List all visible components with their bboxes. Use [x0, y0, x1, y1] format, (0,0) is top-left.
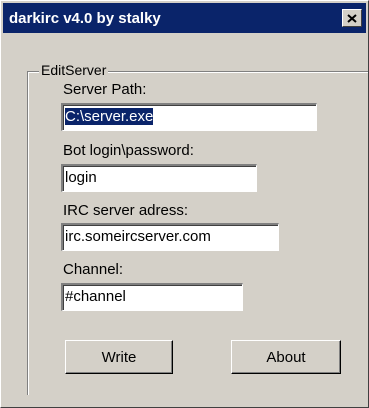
server-path-value: C:\server.exe	[65, 108, 154, 125]
group-label: EditServer	[39, 61, 109, 79]
app-window: darkirc v4.0 by stalky EditServer Server…	[0, 0, 369, 408]
irc-server-input[interactable]: irc.someircserver.com	[61, 223, 279, 251]
close-icon	[347, 13, 357, 23]
bot-login-label: Bot login\password:	[63, 142, 194, 159]
irc-server-label: IRC server adress:	[63, 202, 189, 219]
about-button-label: About	[266, 348, 306, 366]
bot-login-value: login	[65, 169, 97, 186]
irc-server-value: irc.someircserver.com	[65, 228, 211, 245]
write-button[interactable]: Write	[65, 340, 173, 374]
title-bar[interactable]: darkirc v4.0 by stalky	[3, 3, 366, 33]
channel-value: #channel	[65, 288, 126, 305]
channel-input[interactable]: #channel	[61, 283, 243, 311]
close-button[interactable]	[342, 9, 362, 27]
window-title: darkirc v4.0 by stalky	[9, 9, 161, 27]
about-button[interactable]: About	[231, 340, 341, 374]
server-path-input[interactable]: C:\server.exe	[61, 103, 317, 131]
channel-label: Channel:	[63, 261, 124, 278]
bot-login-input[interactable]: login	[61, 164, 257, 192]
server-path-label: Server Path:	[63, 81, 147, 98]
write-button-label: Write	[101, 348, 137, 366]
